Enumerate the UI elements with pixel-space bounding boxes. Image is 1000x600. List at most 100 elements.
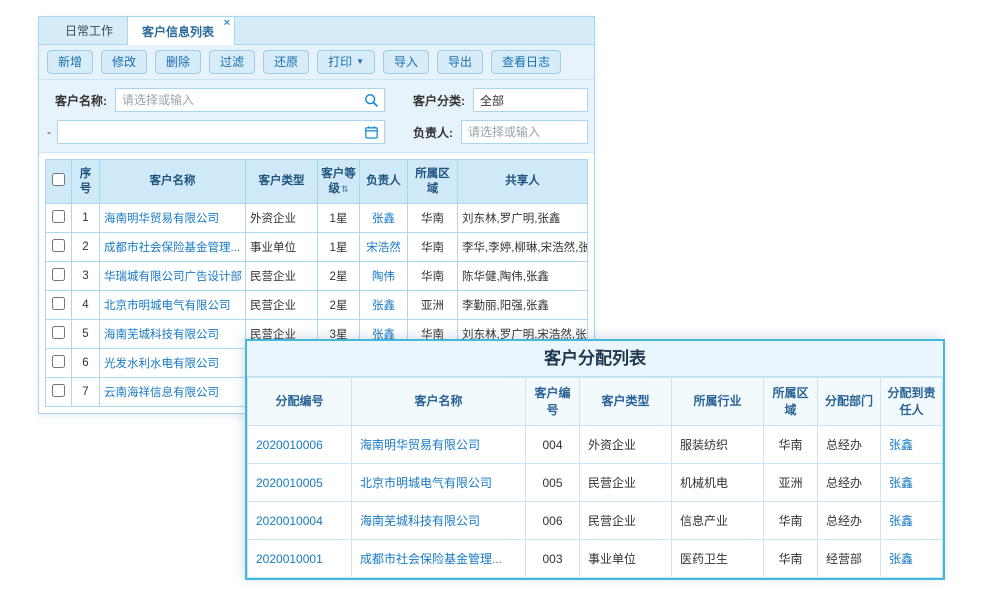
cell-customer-name[interactable]: 海南明华贸易有限公司 (100, 204, 246, 233)
cell-assignee[interactable]: 张鑫 (881, 502, 943, 540)
cell-level: 1星 (318, 204, 360, 233)
cell-customer-name[interactable]: 海南芜城科技有限公司 (100, 320, 246, 349)
cell-customer-name[interactable]: 成都市社会保险基金管理... (100, 233, 246, 262)
import-button[interactable]: 导入 (383, 50, 429, 74)
col-alloc-no: 分配编号 (248, 378, 352, 426)
col-customer-level-label: 客户等级 (321, 168, 356, 195)
cell-type: 事业单位 (580, 540, 672, 578)
cell-owner[interactable]: 陶伟 (360, 262, 408, 291)
col-region: 所属区域 (764, 378, 818, 426)
col-assignee: 分配到责任人 (881, 378, 943, 426)
cell-alloc-no[interactable]: 2020010001 (248, 540, 352, 578)
date-input[interactable] (64, 125, 360, 139)
search-icon[interactable] (364, 93, 379, 108)
cell-customer-name[interactable]: 云南海祥信息有限公司 (100, 378, 246, 407)
view-log-button[interactable]: 查看日志 (491, 50, 561, 74)
filter-button[interactable]: 过滤 (209, 50, 255, 74)
row-checkbox[interactable] (52, 326, 65, 339)
col-industry: 所属行业 (672, 378, 764, 426)
cell-industry: 服装纺织 (672, 426, 764, 464)
cell-no: 2 (72, 233, 100, 262)
cell-region: 亚洲 (764, 464, 818, 502)
cell-customer-name[interactable]: 海南明华贸易有限公司 (352, 426, 526, 464)
row-checkbox[interactable] (52, 384, 65, 397)
cell-assignee[interactable]: 张鑫 (881, 464, 943, 502)
cell-no: 7 (72, 378, 100, 407)
print-button[interactable]: 打印 ▼ (317, 50, 375, 74)
delete-button[interactable]: 删除 (155, 50, 201, 74)
close-icon[interactable]: × (224, 18, 230, 29)
tab-daily-work-label: 日常工作 (65, 22, 113, 39)
cell-no: 4 (72, 291, 100, 320)
cell-type: 民营企业 (580, 464, 672, 502)
print-button-label: 打印 (328, 56, 352, 68)
row-checkbox[interactable] (52, 297, 65, 310)
cell-customer-name[interactable]: 海南芜城科技有限公司 (352, 502, 526, 540)
cell-no: 1 (72, 204, 100, 233)
row-checkbox[interactable] (52, 239, 65, 252)
restore-button[interactable]: 还原 (263, 50, 309, 74)
export-button[interactable]: 导出 (437, 50, 483, 74)
col-customer-level[interactable]: 客户等级⇅ (318, 160, 360, 204)
sort-icon[interactable]: ⇅ (341, 184, 349, 194)
col-owner: 负责人 (360, 160, 408, 204)
cell-owner[interactable]: 宋浩然 (360, 233, 408, 262)
cell-assignee[interactable]: 张鑫 (881, 426, 943, 464)
cell-region: 华南 (764, 426, 818, 464)
cell-alloc-no[interactable]: 2020010005 (248, 464, 352, 502)
cell-owner[interactable]: 张鑫 (360, 204, 408, 233)
row-checkbox[interactable] (52, 210, 65, 223)
cell-industry: 医药卫生 (672, 540, 764, 578)
customer-name-input[interactable] (122, 93, 360, 107)
cell-customer-no: 005 (526, 464, 580, 502)
cell-no: 6 (72, 349, 100, 378)
table-row: 2020010001 成都市社会保险基金管理... 003 事业单位 医药卫生 … (248, 540, 943, 578)
edit-button[interactable]: 修改 (101, 50, 147, 74)
cell-customer-name[interactable]: 北京市明城电气有限公司 (352, 464, 526, 502)
owner-input[interactable] (468, 125, 581, 139)
cell-alloc-no[interactable]: 2020010004 (248, 502, 352, 540)
tab-customer-info-list-label: 客户信息列表 (142, 23, 214, 40)
cell-owner[interactable]: 张鑫 (360, 291, 408, 320)
table-row: 2020010006 海南明华贸易有限公司 004 外资企业 服装纺织 华南 总… (248, 426, 943, 464)
select-all-checkbox[interactable] (52, 173, 65, 186)
tab-daily-work[interactable]: 日常工作 (51, 17, 127, 44)
cell-shared: 陈华健,陶伟,张鑫 (458, 262, 588, 291)
customer-name-field (115, 88, 385, 112)
row-checkbox[interactable] (52, 268, 65, 281)
filter-area: 客户名称: 客户分类: - (39, 80, 594, 153)
cell-customer-name[interactable]: 光发水利水电有限公司 (100, 349, 246, 378)
calendar-icon[interactable] (364, 125, 379, 140)
cell-type: 民营企业 (580, 502, 672, 540)
table-row: 2020010004 海南芜城科技有限公司 006 民营企业 信息产业 华南 总… (248, 502, 943, 540)
row-checkbox[interactable] (52, 355, 65, 368)
cell-region: 亚洲 (408, 291, 458, 320)
col-shared: 共享人 (458, 160, 588, 204)
add-button[interactable]: 新增 (47, 50, 93, 74)
cell-alloc-no[interactable]: 2020010006 (248, 426, 352, 464)
col-customer-no: 客户编号 (526, 378, 580, 426)
caret-down-icon: ▼ (356, 58, 364, 66)
allocation-table-header-row: 分配编号 客户名称 客户编号 客户类型 所属行业 所属区域 分配部门 分配到责任… (248, 378, 943, 426)
cell-dept: 总经办 (818, 464, 881, 502)
col-customer-name: 客户名称 (352, 378, 526, 426)
cell-customer-name[interactable]: 北京市明城电气有限公司 (100, 291, 246, 320)
date-range-dash: - (47, 125, 51, 139)
cell-level: 2星 (318, 262, 360, 291)
cell-customer-no: 006 (526, 502, 580, 540)
cell-type: 事业单位 (246, 233, 318, 262)
cell-level: 1星 (318, 233, 360, 262)
cell-dept: 经营部 (818, 540, 881, 578)
customer-category-select[interactable] (480, 93, 581, 107)
cell-customer-no: 004 (526, 426, 580, 464)
col-customer-type: 客户类型 (580, 378, 672, 426)
owner-label: 负责人: (413, 124, 453, 141)
cell-customer-name[interactable]: 成都市社会保险基金管理... (352, 540, 526, 578)
cell-dept: 总经办 (818, 502, 881, 540)
customer-table-header-row: 序号 客户名称 客户类型 客户等级⇅ 负责人 所属区域 共享人 (46, 160, 588, 204)
customer-name-label: 客户名称: (55, 92, 107, 109)
cell-assignee[interactable]: 张鑫 (881, 540, 943, 578)
cell-customer-name[interactable]: 华瑞城有限公司广告设计部 (100, 262, 246, 291)
cell-shared: 李勤丽,阳强,张鑫 (458, 291, 588, 320)
tab-customer-info-list[interactable]: 客户信息列表 × (127, 17, 235, 45)
